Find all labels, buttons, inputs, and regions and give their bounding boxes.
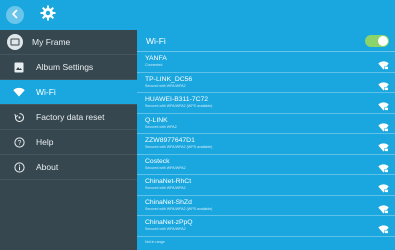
sidebar-item-about[interactable]: About [0,155,137,180]
network-item[interactable]: ChinaNet-zPpQ Secured with WPA/WPA2 [137,216,395,237]
network-name: HUAWEI-B311-7C72 [145,96,209,103]
network-status: Secured with WPA/WPA2 [145,165,186,170]
network-status: Secured with WPA2 [145,124,177,129]
sidebar-item-help[interactable]: ? Help [0,130,137,155]
sidebar-item-my-frame[interactable]: My Frame [0,30,137,55]
wifi-header: Wi-Fi [137,30,395,52]
wifi-signal-lock-icon [378,78,389,91]
network-item[interactable]: ZZW8977647D1 Secured with WPA/WPA2 (WPS a… [137,134,395,155]
network-item[interactable]: YANFA Connected [137,52,395,73]
network-name: ChinaNet-RhCt [145,178,192,185]
wifi-signal-lock-icon [378,221,389,234]
wifi-signal-lock-icon [378,201,389,214]
network-status: Not in range [145,239,165,244]
wifi-panel: Wi-Fi YANFA Connected TP-LINK_DC56 Secured … [137,30,395,250]
frame-icon [6,33,24,51]
sidebar-item-album-settings[interactable]: Album Settings [0,55,137,80]
network-name: ChinaNet-ShZd [145,198,192,206]
top-bar [0,0,395,30]
network-name: YANFA [145,55,167,62]
network-name: Q-LINK [145,116,168,124]
sidebar-item-label: About [36,162,59,172]
network-name: TP-LINK_DC56 [145,75,193,83]
network-status: Secured with WPA/WPA2 [145,83,186,88]
sidebar-item-label: Help [36,137,54,147]
wifi-signal-lock-icon [378,98,389,111]
network-item[interactable]: Q-LINK Secured with WPA2 [137,114,395,134]
gear-icon [40,5,56,26]
toggle-knob [378,36,388,46]
network-list: YANFA Connected TP-LINK_DC56 Secured with W… [137,52,395,250]
wifi-toggle[interactable] [365,35,389,47]
sidebar-item-label: Album Settings [36,62,94,72]
wifi-icon [12,85,26,99]
svg-text:?: ? [17,140,21,147]
reset-icon [12,110,26,124]
network-item[interactable]: Not in range [137,237,395,250]
network-item[interactable]: ChinaNet-ShZd Secured with WPA/WPA2 (WPS … [137,196,395,216]
network-status: Secured with WPA/WPA2 (WPS available) [145,206,213,211]
wifi-signal-lock-icon [378,139,389,152]
sidebar: My Frame Album Settings Wi-Fi Factory da… [0,30,137,250]
back-arrow-icon [10,6,20,24]
network-status: Connected [145,63,163,67]
wifi-signal-lock-icon [378,160,389,173]
network-name: ZZW8977647D1 [145,137,195,144]
back-button[interactable] [6,6,24,24]
wifi-signal-lock-icon [378,119,389,132]
network-status: Secured with WPA/WPA2 [145,227,186,231]
sidebar-item-label: Wi-Fi [36,87,56,97]
album-icon [12,60,26,74]
wifi-signal-lock-icon [378,180,389,193]
sidebar-item-wifi[interactable]: Wi-Fi [0,80,137,105]
network-name: Costeck [145,157,170,165]
sidebar-item-label: My Frame [32,37,71,47]
wifi-title: Wi-Fi [146,35,166,46]
network-item[interactable]: Costeck Secured with WPA/WPA2 [137,155,395,175]
info-icon [12,160,26,174]
help-icon: ? [12,135,26,149]
sidebar-item-factory-reset[interactable]: Factory data reset [0,105,137,130]
network-name: ChinaNet-zPpQ [145,219,193,226]
wifi-signal-lock-icon [378,57,389,70]
sidebar-item-label: Factory data reset [36,112,105,122]
settings-button[interactable] [38,5,58,25]
network-item[interactable]: ChinaNet-RhCt Secured with WPA/WPA2 [137,175,395,196]
network-item[interactable]: TP-LINK_DC56 Secured with WPA/WPA2 [137,73,395,93]
network-status: Secured with WPA/WPA2 (WPS available) [145,145,213,149]
network-status: Secured with WPA/WPA2 [145,186,186,190]
network-status: Secured with WPA/WPA2 (WPS available) [145,104,213,108]
network-item[interactable]: HUAWEI-B311-7C72 Secured with WPA/WPA2 (W… [137,93,395,114]
